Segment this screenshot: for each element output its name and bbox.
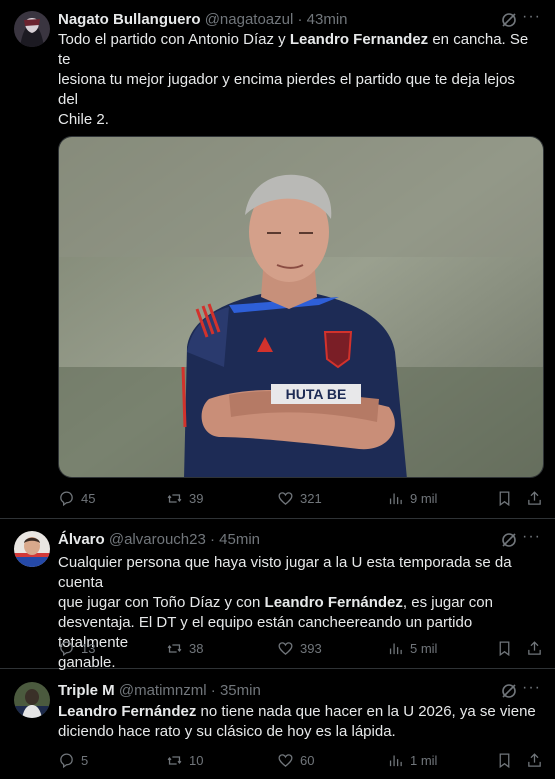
like-icon xyxy=(278,491,293,505)
share-button[interactable] xyxy=(526,488,543,508)
repost-count: 10 xyxy=(189,752,204,768)
tweet-text-run: que jugar con Toño Díaz y con xyxy=(58,594,265,611)
share-icon xyxy=(528,640,541,655)
bookmark-button[interactable] xyxy=(496,750,513,770)
bookmark-icon xyxy=(499,752,510,768)
tweet-header: Nagato Bullanguero @nagatoazul · 43min xyxy=(58,11,535,31)
avatar[interactable] xyxy=(14,531,50,567)
tweet-header: Triple M @matimnzml · 35min xyxy=(58,682,535,702)
tweet-header: Álvaro @alvarouch23 · 45min xyxy=(58,531,535,551)
tweet-3[interactable]: Triple M @matimnzml · 35min ··· Leandro … xyxy=(0,669,555,779)
like-icon xyxy=(278,641,293,655)
tweet-text-bold-run: Leandro Fernández xyxy=(264,594,403,611)
separator: · xyxy=(297,11,303,28)
views-count: 1 mil xyxy=(410,752,438,768)
repost-icon xyxy=(167,755,182,765)
reply-button[interactable]: 45 xyxy=(58,488,95,508)
author-handle[interactable]: @matimnzml xyxy=(119,682,207,699)
tweet-text-line: que jugar con Toño Díaz y con Leandro Fe… xyxy=(58,593,538,613)
views-button[interactable]: 9 mil xyxy=(387,488,437,508)
jersey-sponsor-text: HUTA BE xyxy=(286,386,347,402)
grok-icon[interactable] xyxy=(501,532,517,548)
bookmark-icon xyxy=(499,490,510,506)
repost-button[interactable]: 10 xyxy=(166,750,203,770)
author-handle[interactable]: @nagatoazul xyxy=(205,11,294,28)
tweet-text: Leandro Fernández no tiene nada que hace… xyxy=(58,702,538,742)
tweet-text-line: Todo el partido con Antonio Díaz y Leand… xyxy=(58,30,538,70)
like-button[interactable]: 60 xyxy=(277,750,314,770)
grok-icon[interactable] xyxy=(501,683,517,699)
views-icon xyxy=(389,493,402,504)
like-icon xyxy=(278,753,293,767)
like-button[interactable]: 393 xyxy=(277,638,322,658)
timestamp[interactable]: 43min xyxy=(307,11,348,28)
more-icon[interactable]: ··· xyxy=(522,679,541,697)
tweet-text-bold-run: Leandro Fernández xyxy=(58,703,197,720)
avatar[interactable] xyxy=(14,11,50,47)
tweet-text-bold-run: Leandro Fernandez xyxy=(289,31,429,48)
tweet-text-run: no tiene nada que hacer en la U 2026, ya… xyxy=(196,703,536,720)
tweet-actions: 45 39 321 9 mil xyxy=(58,488,542,508)
tweet-photo[interactable]: HUTA BE xyxy=(58,136,544,478)
share-button[interactable] xyxy=(526,750,543,770)
tweet-text-run: Cualquier persona que haya visto jugar a… xyxy=(58,554,512,591)
tweet-actions: 5 10 60 1 mil xyxy=(58,750,542,770)
tweet-text-line: Leandro Fernández no tiene nada que hace… xyxy=(58,702,538,722)
reply-count: 13 xyxy=(81,640,96,656)
repost-icon xyxy=(167,643,182,653)
author-name[interactable]: Álvaro xyxy=(58,531,105,548)
repost-button[interactable]: 38 xyxy=(166,638,203,658)
share-button[interactable] xyxy=(526,638,543,658)
reply-count: 45 xyxy=(81,490,96,506)
more-icon[interactable]: ··· xyxy=(522,8,541,26)
timestamp[interactable]: 35min xyxy=(220,682,261,699)
tweet-text-run: Chile 2. xyxy=(58,111,109,128)
tweet-text-line: Chile 2. xyxy=(58,110,538,130)
author-handle[interactable]: @alvarouch23 xyxy=(109,531,206,548)
reply-icon xyxy=(60,752,73,768)
tweet-text-line: diciendo hace rato y su clásico de hoy e… xyxy=(58,722,538,742)
tweet-text-run: lesiona tu mejor jugador y encima pierde… xyxy=(58,71,515,108)
bookmark-icon xyxy=(499,640,510,656)
like-count: 60 xyxy=(300,752,315,768)
timestamp[interactable]: 45min xyxy=(219,531,260,548)
repost-button[interactable]: 39 xyxy=(166,488,203,508)
bookmark-button[interactable] xyxy=(496,488,513,508)
views-count: 9 mil xyxy=(410,490,438,506)
views-count: 5 mil xyxy=(410,640,438,656)
tweet-text-run: Todo el partido con Antonio Díaz y xyxy=(58,31,290,48)
like-count: 393 xyxy=(300,640,322,656)
tweet-text-run: , es jugar con xyxy=(402,594,493,611)
like-button[interactable]: 321 xyxy=(277,488,322,508)
avatar[interactable] xyxy=(14,682,50,718)
repost-icon xyxy=(167,493,182,503)
share-icon xyxy=(528,752,541,767)
tweet-text-line: Cualquier persona que haya visto jugar a… xyxy=(58,553,538,593)
like-count: 321 xyxy=(300,490,322,506)
author-name[interactable]: Nagato Bullanguero xyxy=(58,11,201,28)
repost-count: 38 xyxy=(189,640,204,656)
tweet-text-line: lesiona tu mejor jugador y encima pierde… xyxy=(58,70,538,110)
bookmark-button[interactable] xyxy=(496,638,513,658)
reply-icon xyxy=(60,490,73,506)
more-icon[interactable]: ··· xyxy=(522,528,541,546)
tweet-2[interactable]: Álvaro @alvarouch23 · 45min ··· Cualquie… xyxy=(0,519,555,671)
reply-button[interactable]: 13 xyxy=(58,638,95,658)
repost-count: 39 xyxy=(189,490,204,506)
reply-button[interactable]: 5 xyxy=(58,750,88,770)
share-icon xyxy=(528,490,541,505)
reply-count: 5 xyxy=(81,752,89,768)
separator: · xyxy=(209,531,215,548)
tweet-text-run: diciendo hace rato y su clásico de hoy e… xyxy=(58,723,396,740)
reply-icon xyxy=(60,640,73,656)
views-icon xyxy=(389,755,402,766)
views-button[interactable]: 5 mil xyxy=(387,638,437,658)
tweet-1[interactable]: Nagato Bullanguero @nagatoazul · 43min ·… xyxy=(0,0,555,519)
grok-icon[interactable] xyxy=(501,12,517,28)
views-icon xyxy=(389,643,402,654)
views-button[interactable]: 1 mil xyxy=(387,750,437,770)
tweet-actions: 13 38 393 5 mil xyxy=(58,638,542,658)
author-name[interactable]: Triple M xyxy=(58,682,115,699)
separator: · xyxy=(210,682,216,699)
